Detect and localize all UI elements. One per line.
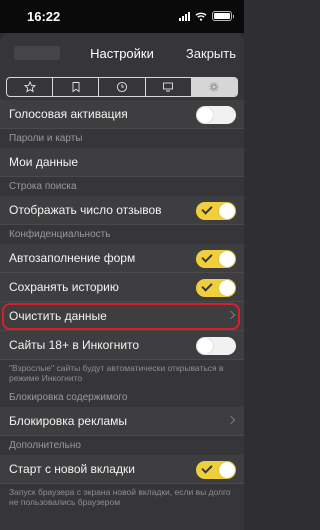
settings-sheet: Настройки Закрыть Голосовая активация Па… (0, 33, 244, 530)
save-history-row[interactable]: Сохранять историю (0, 273, 244, 302)
my-data-label: Мои данные (9, 155, 79, 169)
new-tab-start-note: Запуск браузера с экрана новой вкладки, … (0, 484, 244, 512)
battery-icon (212, 11, 234, 21)
new-tab-start-toggle[interactable] (196, 461, 236, 479)
chevron-right-icon (226, 415, 236, 425)
save-history-toggle[interactable] (196, 279, 236, 297)
adult-incognito-label: Сайты 18+ в Инкогнито (9, 338, 140, 352)
tab-settings[interactable] (191, 78, 237, 96)
highlight-outline (2, 303, 240, 330)
voice-activation-toggle[interactable] (196, 106, 236, 124)
section-content-block: Блокировка содержимого (0, 388, 244, 407)
adult-incognito-note: "Взрослые" сайты будут автоматически отк… (0, 360, 244, 388)
check-icon (201, 280, 213, 292)
clear-data-row[interactable]: Очистить данные (0, 302, 244, 331)
star-icon (23, 81, 36, 93)
save-history-label: Сохранять историю (9, 280, 119, 294)
show-reviews-row[interactable]: Отображать число отзывов (0, 196, 244, 225)
wifi-icon (195, 12, 207, 21)
show-reviews-label: Отображать число отзывов (9, 203, 162, 217)
monitor-icon (163, 82, 174, 92)
adult-incognito-row[interactable]: Сайты 18+ в Инкогнито (0, 331, 244, 360)
tab-bar (6, 77, 238, 97)
section-search: Строка поиска (0, 177, 244, 196)
status-bar: 16:22 (0, 0, 244, 33)
voice-activation-row[interactable]: Голосовая активация (0, 100, 244, 129)
new-tab-start-row[interactable]: Старт с новой вкладки (0, 455, 244, 484)
status-time: 16:22 (27, 9, 61, 24)
status-icons (179, 11, 234, 21)
check-icon (201, 251, 213, 263)
tab-devices[interactable] (146, 78, 192, 96)
adult-incognito-toggle[interactable] (196, 337, 236, 355)
bookmarks-icon (72, 82, 80, 93)
section-privacy: Конфиденциальность (0, 225, 244, 244)
tab-bookmarks[interactable] (53, 78, 100, 96)
section-extra: Дополнительно (0, 436, 244, 455)
clock-icon (116, 81, 128, 93)
tab-history[interactable] (99, 78, 146, 96)
my-data-row[interactable]: Мои данные (0, 148, 244, 177)
ad-block-label: Блокировка рекламы (9, 414, 128, 428)
close-button[interactable]: Закрыть (186, 46, 236, 61)
settings-list: Голосовая активация Пароли и карты Мои д… (0, 100, 244, 512)
section-passwords: Пароли и карты (0, 129, 244, 148)
voice-activation-label: Голосовая активация (9, 107, 128, 121)
autofill-row[interactable]: Автозаполнение форм (0, 244, 244, 273)
tab-favorites[interactable] (7, 78, 54, 96)
check-icon (201, 203, 213, 215)
autofill-toggle[interactable] (196, 250, 236, 268)
check-icon (201, 462, 213, 474)
show-reviews-toggle[interactable] (196, 202, 236, 220)
settings-header: Настройки Закрыть (0, 33, 244, 75)
autofill-label: Автозаполнение форм (9, 251, 136, 265)
gear-icon (209, 82, 220, 92)
ad-block-row[interactable]: Блокировка рекламы (0, 407, 244, 436)
signal-icon (179, 11, 190, 21)
new-tab-start-label: Старт с новой вкладки (9, 462, 135, 476)
